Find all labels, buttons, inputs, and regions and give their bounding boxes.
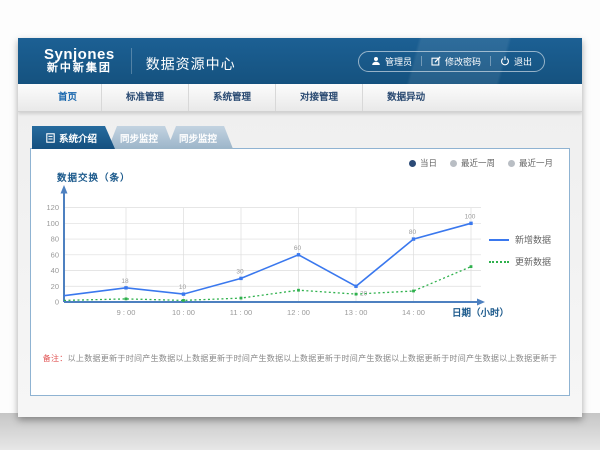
y-tick-label: 120: [46, 203, 59, 212]
page-title: 数据资源中心: [146, 54, 236, 74]
x-tick-label: 11 : 00: [230, 308, 252, 317]
toolbar-separator: [490, 56, 491, 66]
legend-swatch: [489, 261, 509, 263]
tab-sync-monitor-1[interactable]: 同步监控: [108, 126, 174, 149]
x-tick-label: 13 : 00: [345, 308, 368, 317]
time-range-radios: 当日 最近一周 最近一月: [409, 157, 553, 169]
line-chart: 0 20 40 60 80 100 120 9 : 00 10 : 00 11 : 00 12 : …: [41, 183, 491, 335]
footnote-label: 备注：: [43, 354, 68, 363]
data-point: [354, 285, 357, 288]
radio-last-week[interactable]: 最近一周: [450, 157, 495, 169]
data-point: [240, 297, 243, 300]
nav-item-interface-mgmt[interactable]: 对接管理: [275, 84, 362, 111]
tab-label: 同步监控: [179, 131, 217, 145]
footnote-text: 以上数据更新于时间产生数据以上数据更新于时间产生数据以上数据更新于时间产生数据以…: [68, 354, 558, 363]
nav-item-system-mgmt[interactable]: 系统管理: [188, 84, 275, 111]
nav-item-standard-mgmt[interactable]: 标准管理: [101, 84, 188, 111]
data-point: [124, 286, 127, 289]
radio-dot: [409, 160, 416, 167]
tab-system-intro[interactable]: 系统介绍: [32, 126, 115, 149]
user-icon: [371, 56, 381, 66]
nav-item-data-change[interactable]: 数据异动: [362, 84, 449, 111]
tab-label: 同步监控: [120, 131, 158, 145]
admin-user-label: 管理员: [385, 55, 412, 68]
chart-legend: 新增数据更新数据: [489, 233, 551, 268]
radio-label: 最近一周: [461, 157, 495, 169]
change-password-button[interactable]: 修改密码: [431, 55, 481, 68]
logo-english: Synjones: [44, 47, 115, 63]
radio-dot: [450, 160, 457, 167]
data-point: [470, 265, 473, 268]
data-point: [297, 289, 300, 292]
y-tick-label: 80: [51, 235, 59, 244]
radio-today[interactable]: 当日: [409, 157, 437, 169]
data-point: [412, 237, 415, 240]
data-point-label: 30: [236, 268, 244, 275]
data-point: [182, 292, 185, 295]
logout-label: 退出: [514, 55, 532, 68]
data-point-label: 60: [294, 245, 302, 252]
x-tick-label: 9 : 00: [117, 308, 136, 317]
data-point: [412, 290, 415, 293]
header-divider: [131, 48, 132, 74]
change-password-label: 修改密码: [445, 55, 481, 68]
document-icon: [46, 133, 55, 143]
x-tick-label: 12 : 00: [287, 308, 310, 317]
tab-label: 系统介绍: [59, 131, 97, 145]
radio-dot: [508, 160, 515, 167]
radio-label: 最近一月: [519, 157, 553, 169]
data-point: [239, 277, 242, 280]
data-point: [125, 297, 128, 300]
bottom-band: [0, 413, 600, 450]
y-tick-label: 100: [46, 219, 59, 228]
legend-label: 更新数据: [515, 255, 551, 268]
app-window: Synjones 新中新集团 数据资源中心 管理员 修改密码: [18, 38, 582, 417]
data-point: [297, 253, 300, 256]
logo-chinese: 新中新集团: [44, 63, 115, 75]
legend-item-update-data[interactable]: 更新数据: [489, 255, 551, 268]
data-point: [355, 293, 358, 296]
logo: Synjones 新中新集团: [44, 47, 115, 74]
x-axis-title: 日期（小时）: [452, 305, 509, 319]
radio-last-month[interactable]: 最近一月: [508, 157, 553, 169]
y-tick-label: 0: [55, 298, 59, 307]
chart-panel: 当日 最近一周 最近一月 数据交换（条） 0 20 40 60 80 100 120 9 : 00…: [30, 148, 570, 396]
data-point: [469, 222, 472, 225]
footnote: 备注：以上数据更新于时间产生数据以上数据更新于时间产生数据以上数据更新于时间产生…: [31, 353, 569, 364]
y-tick-label: 20: [51, 282, 59, 291]
app-header: Synjones 新中新集团 数据资源中心 管理员 修改密码: [18, 38, 582, 84]
tab-bar: 系统介绍 同步监控 同步监控: [32, 126, 226, 149]
legend-label: 新增数据: [515, 233, 551, 246]
legend-item-new-data[interactable]: 新增数据: [489, 233, 551, 246]
logout-button[interactable]: 退出: [500, 55, 532, 68]
power-icon: [500, 56, 510, 66]
x-tick-label: 10 : 00: [172, 308, 195, 317]
axis-tick-labels: 0 20 40 60 80 100 120 9 : 00 10 : 00 11 : 00 12 : …: [46, 203, 424, 317]
main-nav: 首页标准管理系统管理对接管理数据异动: [18, 84, 582, 112]
toolbar-separator: [421, 56, 422, 66]
y-axis-title: 数据交换（条）: [57, 170, 131, 184]
x-tick-label: 14 : 00: [402, 308, 425, 317]
data-point-label: 100: [465, 213, 476, 220]
content-area: 系统介绍 同步监控 同步监控 当日 最近一周 最近一月 数据交换（条） 0 20 40 60 8…: [18, 112, 582, 417]
tab-sync-monitor-2[interactable]: 同步监控: [167, 126, 233, 149]
admin-user-button[interactable]: 管理员: [371, 55, 412, 68]
data-point: [182, 299, 185, 302]
y-tick-label: 40: [51, 266, 59, 275]
data-point-label: 18: [121, 278, 129, 285]
edit-icon: [431, 56, 441, 66]
user-toolbar: 管理员 修改密码 退出: [358, 51, 545, 72]
data-point-label: 10: [179, 284, 187, 291]
radio-label: 当日: [420, 157, 437, 169]
y-tick-label: 60: [51, 250, 59, 259]
data-point-label: 80: [409, 229, 417, 236]
nav-item-home[interactable]: 首页: [34, 84, 101, 111]
legend-swatch: [489, 239, 509, 241]
